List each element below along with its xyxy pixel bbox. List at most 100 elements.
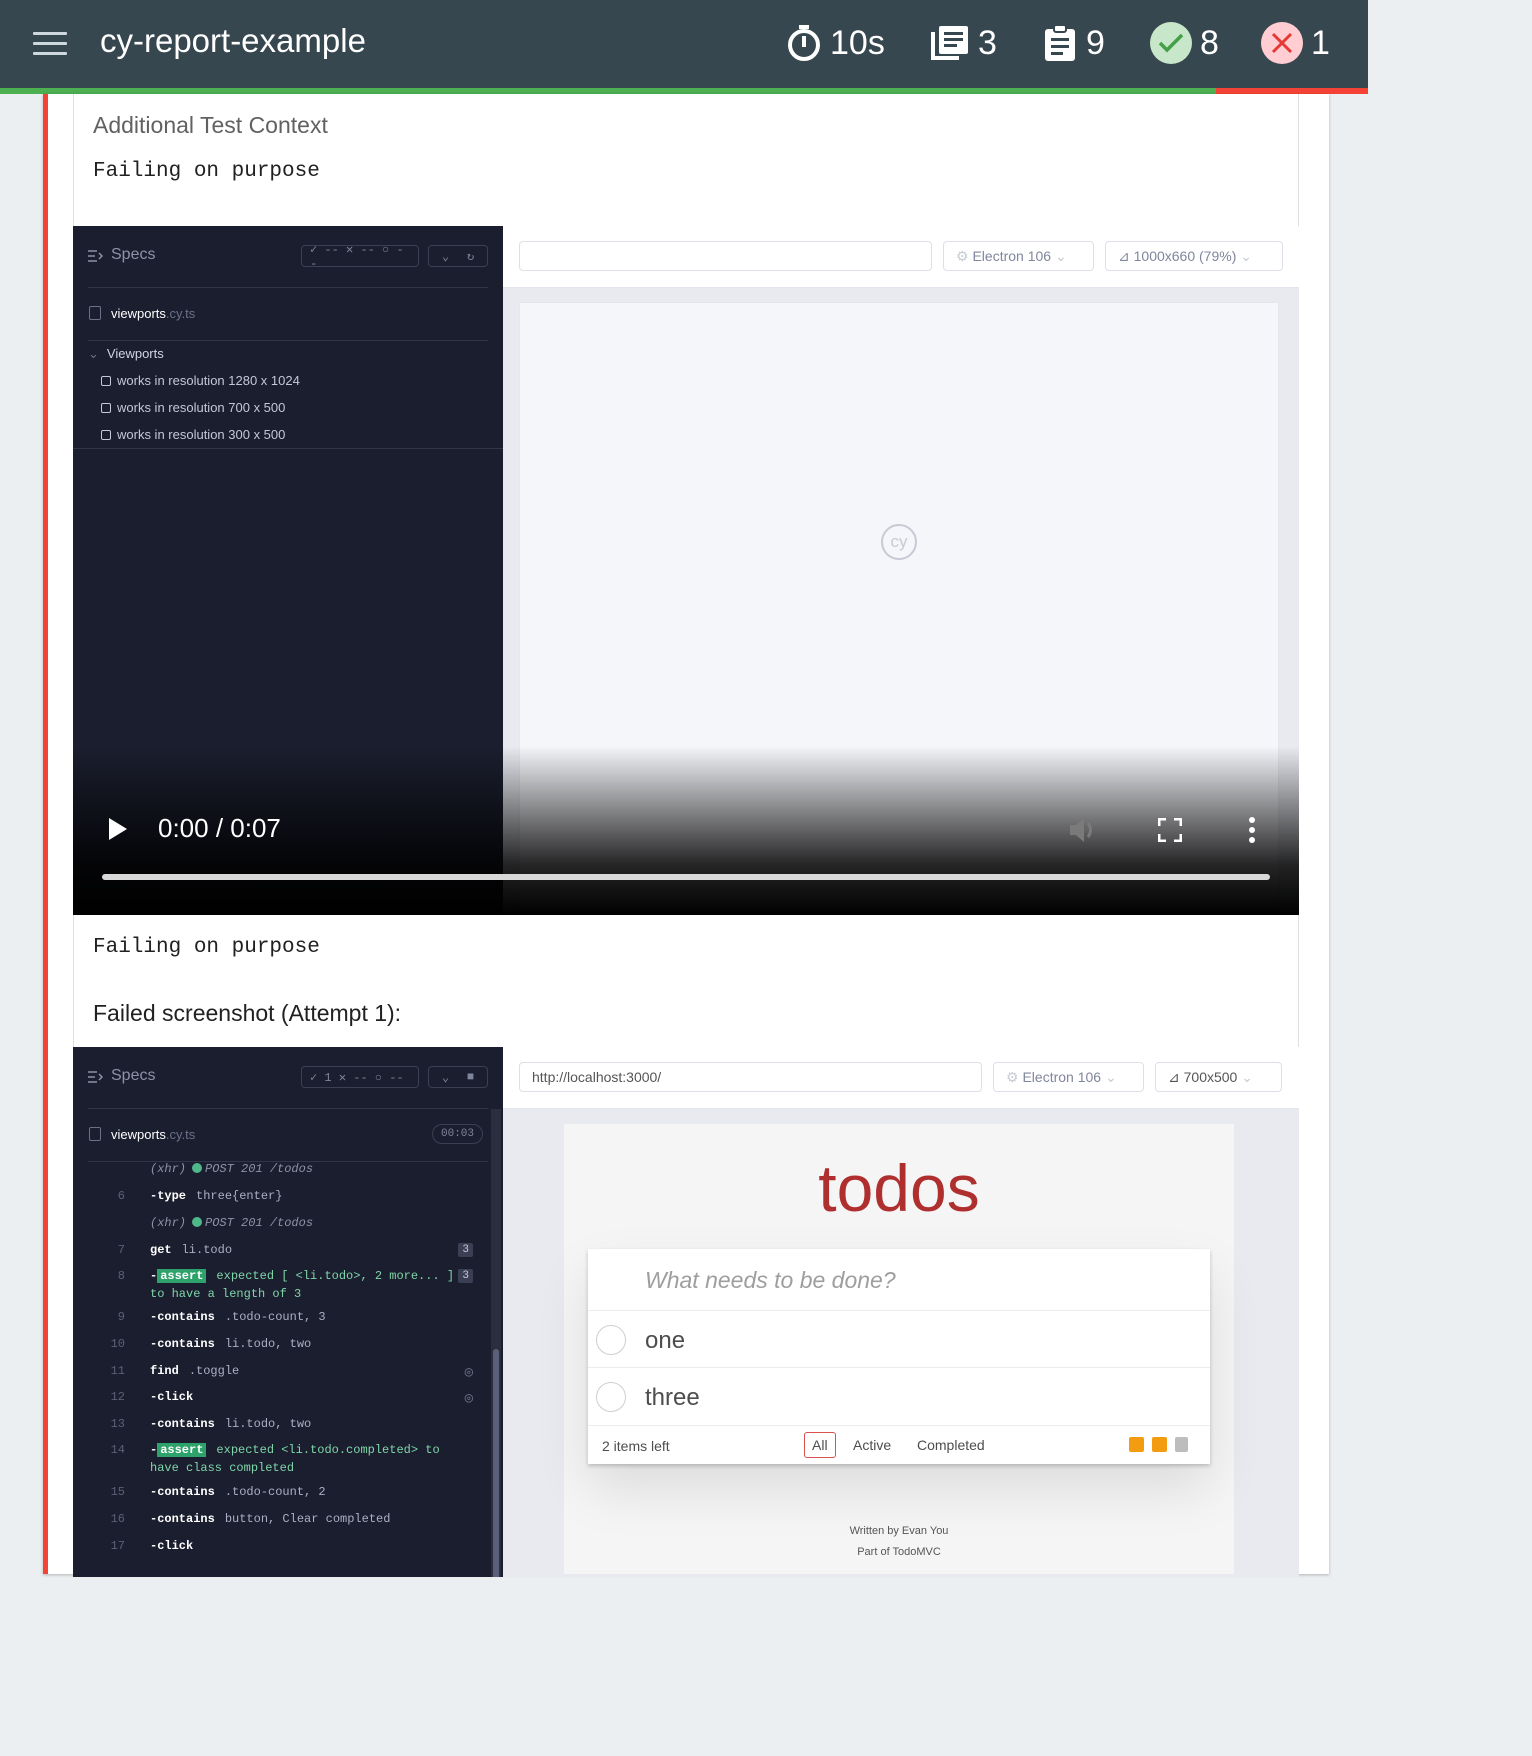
- passed-count: 8: [1200, 23, 1219, 62]
- spec-file-ext: .cy.ts: [165, 306, 196, 321]
- runner-controls[interactable]: ⌄ ■: [428, 1066, 488, 1088]
- todo-toggle[interactable]: [596, 1325, 626, 1355]
- command-number: 14: [110, 1443, 125, 1457]
- command-text: -type three{enter}: [150, 1189, 282, 1203]
- suite-title: ⌄ Viewports: [88, 346, 164, 362]
- more-vert-icon[interactable]: [1247, 817, 1257, 843]
- extension-icon: [1152, 1437, 1167, 1452]
- chevron-down-icon[interactable]: ⌄: [442, 249, 449, 264]
- command-arg: .todo-count, 3: [224, 1310, 326, 1324]
- eye-slash-icon: ◎: [464, 1391, 473, 1407]
- clipboard-icon: [1045, 24, 1075, 61]
- new-todo-input[interactable]: What needs to be done?: [645, 1267, 896, 1294]
- command-arg: expected <li.todo.completed> to: [216, 1443, 440, 1457]
- command-text: -contains .todo-count, 3: [150, 1310, 326, 1324]
- command-number: 15: [110, 1485, 125, 1499]
- app-title: cy-report-example: [100, 22, 366, 59]
- command-text: -click: [150, 1390, 203, 1404]
- command-number: 11: [110, 1364, 125, 1378]
- duration-value: 10s: [830, 23, 885, 62]
- command-arg: expected [ <li.todo>, 2 more... ]: [216, 1269, 455, 1283]
- chevron-down-icon: ⌄: [1240, 248, 1252, 264]
- command-name: -contains: [150, 1417, 215, 1431]
- command-arg: POST 201 /todos: [205, 1216, 314, 1230]
- menu-button[interactable]: [33, 32, 67, 56]
- command-text: -contains button, Clear completed: [150, 1512, 390, 1526]
- extension-icon: [1129, 1437, 1144, 1452]
- command-name: get: [150, 1243, 172, 1257]
- extension-icon: [1175, 1437, 1188, 1452]
- todo-item: one: [588, 1310, 1210, 1367]
- stopwatch-icon: [788, 25, 820, 61]
- context-message: Failing on purpose: [93, 936, 320, 959]
- runner-controls[interactable]: ⌄ ↻: [428, 245, 488, 267]
- command-arg: .todo-count, 2: [224, 1485, 326, 1499]
- command-arg: li.todo: [181, 1243, 233, 1257]
- viewport-select: ⊿ 700x500 ⌄: [1155, 1062, 1282, 1092]
- todo-info-author: Written by Evan You: [849, 1525, 949, 1537]
- command-text: (xhr) POST 201 /todos: [150, 1162, 313, 1176]
- command-text: -contains li.todo, two: [150, 1337, 311, 1351]
- todo-item-label: one: [645, 1327, 686, 1354]
- todo-list: What needs to be done? one three 2 items…: [588, 1249, 1210, 1464]
- app-bar: cy-report-example 10s 3 9 8 1: [0, 0, 1368, 88]
- filter-completed[interactable]: Completed: [917, 1437, 985, 1453]
- todo-title: todos: [818, 1151, 980, 1225]
- video-progress-bar[interactable]: [102, 874, 1270, 880]
- test-item: works in resolution 700 x 500: [101, 400, 285, 415]
- file-icon: [89, 1127, 101, 1141]
- scroll-thumb[interactable]: [493, 1349, 499, 1577]
- element-count-badge: 3: [458, 1243, 473, 1257]
- play-icon[interactable]: [108, 817, 128, 841]
- command-text: -contains li.todo, two: [150, 1417, 311, 1431]
- chevron-down-icon: ⌄: [1054, 248, 1067, 264]
- chevron-down-icon: ⌄: [88, 346, 99, 361]
- specs-label: Specs: [111, 1067, 156, 1084]
- refresh-icon[interactable]: ↻: [467, 249, 474, 264]
- command-arg: li.todo, two: [224, 1417, 312, 1431]
- divider: [88, 1108, 488, 1109]
- eye-slash-icon: ◎: [464, 1365, 473, 1381]
- command-number: 9: [117, 1310, 125, 1324]
- chevron-down-icon: ⌄: [1104, 1069, 1117, 1085]
- test-video[interactable]: Specs ✓ -- ✕ -- ○ -- ⌄ ↻ viewports.cy.ts …: [73, 226, 1299, 915]
- passed-stat: 8: [1150, 20, 1219, 66]
- command-name: -contains: [150, 1512, 215, 1526]
- stop-icon[interactable]: ■: [467, 1070, 474, 1084]
- browser-label: Electron 106: [1022, 1069, 1102, 1085]
- command-number: 17: [110, 1539, 125, 1553]
- browser-label: Electron 106: [972, 248, 1052, 264]
- suites-stat: 3: [930, 20, 997, 66]
- tests-count: 9: [1086, 23, 1105, 62]
- command-arg: button, Clear completed: [224, 1512, 391, 1526]
- command-text: - assert expected [ <li.todo>, 2 more... ]…: [150, 1269, 454, 1301]
- test-item: works in resolution 300 x 500: [101, 427, 285, 442]
- command-name: (xhr): [150, 1162, 187, 1176]
- duration-stat: 10s: [786, 20, 885, 66]
- browser-toolbar: http://localhost:3000/ ⚙ Electron 106 ⌄ …: [503, 1047, 1299, 1109]
- command-name: -click: [150, 1390, 194, 1404]
- divider: [73, 448, 503, 449]
- spec-duration: 00:03: [432, 1124, 484, 1144]
- todo-item-label: three: [645, 1384, 700, 1411]
- close-icon: [1261, 22, 1303, 64]
- command-arg-continued: to have a length of 3: [150, 1287, 302, 1301]
- filter-all[interactable]: All: [804, 1432, 836, 1458]
- command-name: (xhr): [150, 1216, 187, 1230]
- chevron-down-icon[interactable]: ⌄: [442, 1070, 449, 1085]
- suite-label: Viewports: [106, 346, 164, 361]
- status-dot: [192, 1217, 203, 1227]
- command-name: -contains: [150, 1485, 215, 1499]
- video-time: 0:00 / 0:07: [158, 813, 281, 843]
- command-name: -contains: [150, 1337, 215, 1351]
- filter-active[interactable]: Active: [853, 1437, 891, 1453]
- command-log-scrollbar[interactable]: [491, 1109, 501, 1577]
- url-bar: [519, 241, 932, 271]
- todo-toggle[interactable]: [596, 1382, 626, 1412]
- viewport-label: 700x500: [1183, 1069, 1238, 1085]
- specs-label: Specs: [111, 246, 156, 263]
- volume-icon[interactable]: [1068, 816, 1100, 844]
- status-pills: ✓ 1 ✕ -- ○ --: [301, 1066, 419, 1088]
- command-arg-continued: have class completed: [150, 1461, 295, 1475]
- fullscreen-icon[interactable]: [1158, 818, 1182, 842]
